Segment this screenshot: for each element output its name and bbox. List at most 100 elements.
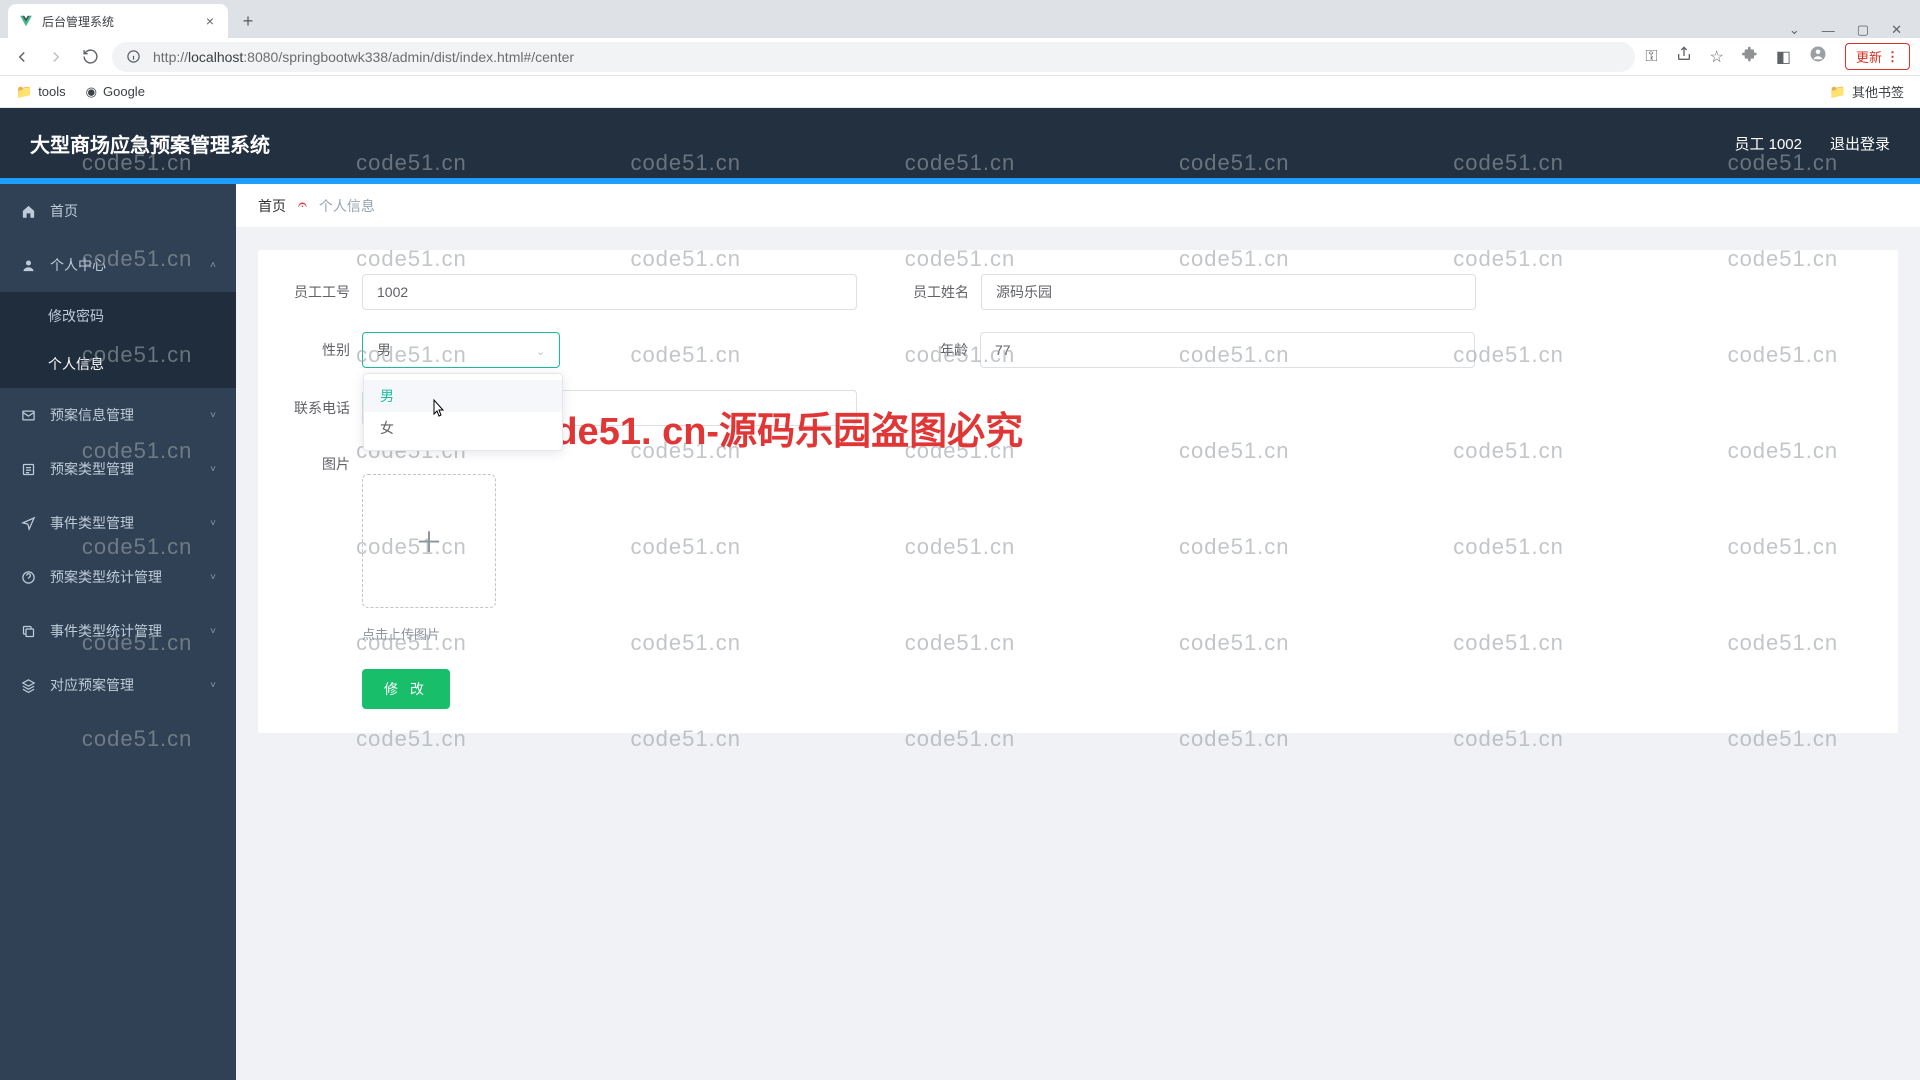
site-info-icon[interactable]: [126, 49, 141, 64]
gender-label: 性别: [278, 340, 350, 360]
sidebar-sub-changepwd[interactable]: 修改密码: [0, 292, 236, 340]
url-path: /springbootwk338/admin/dist/index.html#/…: [278, 49, 574, 65]
browser-chrome: 后台管理系统 × + ⌄ — ▢ ✕ http://localhost:8080…: [0, 0, 1920, 108]
app-root: 大型商场应急预案管理系统 员工 1002 退出登录 首页 个人中心 ˄ 修改密码…: [0, 108, 1920, 1080]
image-label: 图片: [278, 454, 350, 474]
gender-option-female[interactable]: 女: [364, 412, 562, 444]
breadcrumb-current: 个人信息: [319, 196, 375, 216]
sidebar-label: 个人中心: [50, 255, 106, 275]
update-button[interactable]: 更新⋮: [1845, 43, 1910, 70]
submit-button[interactable]: 修 改: [362, 669, 450, 709]
gender-dropdown: 男 女: [363, 373, 563, 451]
sidebar-sub-personalinfo[interactable]: 个人信息: [0, 340, 236, 388]
minimize-icon[interactable]: —: [1822, 23, 1835, 38]
url-port: :8080: [243, 49, 278, 65]
sidebar-sub-label: 修改密码: [48, 306, 104, 326]
chevron-down-icon: ˅: [210, 410, 216, 421]
window-controls: ⌄ — ▢ ✕: [1789, 22, 1920, 38]
sidebar-label: 预案类型统计管理: [50, 567, 162, 587]
user-icon: [20, 258, 36, 273]
app-header: 大型商场应急预案管理系统 员工 1002 退出登录: [0, 108, 1920, 178]
share-icon[interactable]: [1676, 46, 1692, 67]
copy-icon: [20, 624, 36, 639]
stack-icon: [20, 678, 36, 693]
address-bar: http://localhost:8080/springbootwk338/ad…: [0, 38, 1920, 76]
sidebar-label: 预案类型管理: [50, 459, 134, 479]
reload-icon[interactable]: [78, 45, 102, 69]
age-input[interactable]: [980, 332, 1475, 368]
maximize-icon[interactable]: ▢: [1857, 22, 1869, 38]
tab-title: 后台管理系统: [42, 13, 202, 30]
gender-select[interactable]: 男 ⌃ 男 女: [362, 332, 560, 368]
sidebar-item-plantype[interactable]: 预案类型管理 ˅: [0, 442, 236, 496]
chevron-down-icon: ˅: [210, 464, 216, 475]
bookmark-google[interactable]: ◉ Google: [86, 84, 145, 100]
chevron-down-icon: ˅: [210, 572, 216, 583]
profile-form: 员工工号 员工姓名 性别 男 ⌃: [258, 250, 1898, 733]
breadcrumb: 首页 𝄐 个人信息: [236, 184, 1920, 228]
upload-hint: 点击上传图片: [362, 624, 1878, 643]
vue-favicon-icon: [18, 13, 34, 29]
app-title: 大型商场应急预案管理系统: [30, 129, 270, 158]
bookmark-tools[interactable]: 📁 tools: [16, 84, 66, 100]
extensions-icon[interactable]: [1742, 46, 1758, 67]
google-icon: ◉: [86, 84, 97, 100]
fire-icon: 𝄐: [298, 197, 307, 215]
sidebar-item-correspondplan[interactable]: 对应预案管理 ˅: [0, 658, 236, 712]
gender-option-male[interactable]: 男: [364, 380, 562, 412]
tab-bar: 后台管理系统 × + ⌄ — ▢ ✕: [0, 0, 1920, 38]
breadcrumb-home[interactable]: 首页: [258, 196, 286, 216]
sidebar-label: 事件类型统计管理: [50, 621, 162, 641]
sidebar-item-personal[interactable]: 个人中心 ˄: [0, 238, 236, 292]
age-label: 年龄: [896, 340, 968, 360]
tab-close-icon[interactable]: ×: [202, 13, 218, 29]
key-icon[interactable]: ⚿: [1645, 48, 1657, 66]
current-user[interactable]: 员工 1002: [1734, 133, 1802, 154]
logout-link[interactable]: 退出登录: [1830, 133, 1890, 154]
chevron-up-icon: ⌃: [536, 344, 545, 357]
bookmark-label: tools: [38, 84, 65, 99]
sidebar-item-eventtypestats[interactable]: 事件类型统计管理 ˅: [0, 604, 236, 658]
sidebar-item-home[interactable]: 首页: [0, 184, 236, 238]
forward-icon[interactable]: [44, 45, 68, 69]
chevron-down-icon[interactable]: ⌄: [1789, 22, 1800, 38]
chevron-down-icon: ˅: [210, 626, 216, 637]
toolbar-icons: ⚿ ☆ ◧ 更新⋮: [1645, 43, 1910, 70]
main-content: 首页 𝄐 个人信息 员工工号 员工姓名 性别: [236, 184, 1920, 1080]
send-icon: [20, 516, 36, 531]
emp-name-label: 员工姓名: [897, 282, 969, 302]
sidebar-sub-label: 个人信息: [48, 354, 104, 374]
chevron-up-icon: ˄: [210, 260, 216, 271]
bookmark-label: Google: [103, 84, 145, 99]
sidebar-label: 预案信息管理: [50, 405, 134, 425]
profile-icon[interactable]: [1809, 45, 1827, 68]
chevron-down-icon: ˅: [210, 680, 216, 691]
sidebar-item-eventtype[interactable]: 事件类型管理 ˅: [0, 496, 236, 550]
gender-value: 男: [377, 340, 391, 360]
bookmarks-bar: 📁 tools ◉ Google 📁其他书签: [0, 76, 1920, 108]
close-window-icon[interactable]: ✕: [1891, 22, 1902, 38]
plus-icon: ＋: [415, 521, 443, 561]
sidebar: 首页 个人中心 ˄ 修改密码 个人信息 预案信息管理 ˅ 预案类型管理 ˅ 事件: [0, 184, 236, 1080]
star-icon[interactable]: ☆: [1710, 47, 1724, 67]
image-upload[interactable]: ＋: [362, 474, 496, 608]
update-label: 更新: [1856, 47, 1882, 66]
new-tab-button[interactable]: +: [234, 7, 262, 35]
bookmark-other[interactable]: 📁其他书签: [1830, 82, 1904, 101]
sidebar-label: 事件类型管理: [50, 513, 134, 533]
url-scheme: http://: [153, 49, 188, 65]
sidebar-item-plantypestats[interactable]: 预案类型统计管理 ˅: [0, 550, 236, 604]
folder-icon: 📁: [1830, 84, 1846, 100]
sidebar-item-planinfo[interactable]: 预案信息管理 ˅: [0, 388, 236, 442]
emp-no-input[interactable]: [362, 274, 857, 310]
sidepanel-icon[interactable]: ◧: [1776, 47, 1791, 67]
sidebar-label: 首页: [50, 201, 78, 221]
back-icon[interactable]: [10, 45, 34, 69]
emp-no-label: 员工工号: [278, 282, 350, 302]
url-input[interactable]: http://localhost:8080/springbootwk338/ad…: [112, 42, 1635, 72]
emp-name-input[interactable]: [981, 274, 1476, 310]
folder-icon: 📁: [16, 84, 32, 100]
browser-tab[interactable]: 后台管理系统 ×: [8, 4, 228, 38]
sidebar-label: 对应预案管理: [50, 675, 134, 695]
mail-icon: [20, 408, 36, 423]
